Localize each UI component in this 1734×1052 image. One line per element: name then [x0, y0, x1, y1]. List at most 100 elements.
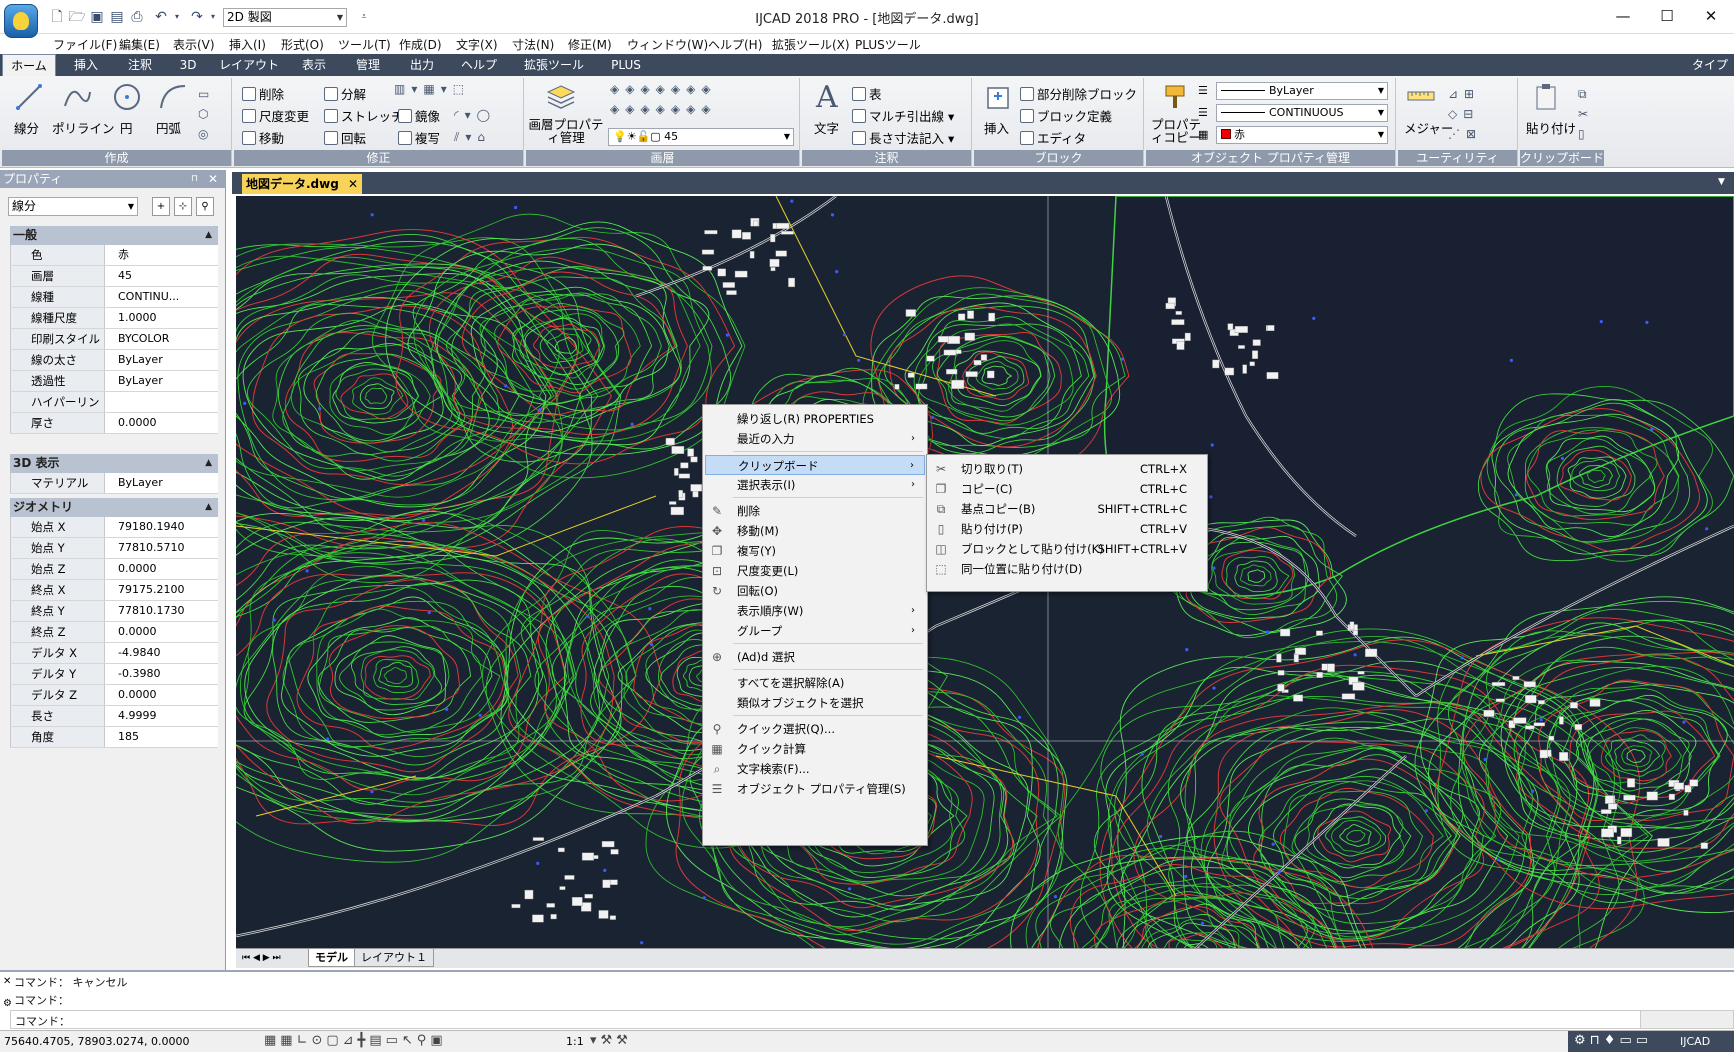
- tab-model[interactable]: モデル: [308, 949, 355, 967]
- property-row[interactable]: 線種尺度 1.0000: [10, 308, 218, 329]
- property-value[interactable]: 赤: [106, 245, 217, 265]
- context-menu-item[interactable]: すべてを選択解除(A): [705, 673, 925, 693]
- clipboard-tools[interactable]: ⧉ ✂ ▯: [1578, 84, 1594, 144]
- explode-button[interactable]: 分解: [324, 84, 366, 103]
- paste-button[interactable]: 貼り付け: [1526, 118, 1576, 137]
- menu-text[interactable]: 文字(X): [456, 36, 498, 53]
- context-menu-item[interactable]: クリップボード ›: [705, 455, 925, 475]
- modify-fillet-tools[interactable]: ◜▾◯ ⫽▾⌂: [454, 104, 496, 148]
- context-menu-item[interactable]: ❐ 複写(Y): [705, 541, 925, 561]
- property-row[interactable]: 印刷スタイル BYCOLOR: [10, 329, 218, 350]
- arc-button[interactable]: 円弧: [156, 118, 181, 137]
- circle-button[interactable]: 円: [120, 118, 133, 137]
- close-icon[interactable]: ✕: [208, 170, 218, 188]
- property-value[interactable]: 77810.1730: [106, 601, 217, 621]
- context-menu-item[interactable]: ⊕ (Ad)d 選択: [705, 647, 925, 667]
- section-3d-display[interactable]: 3D 表示 ▲: [10, 454, 218, 473]
- menu-dimension[interactable]: 寸法(N): [512, 36, 554, 53]
- status-toggles[interactable]: ▦▦∟⊙▢⊿╋▤▭↖⚲▣: [264, 1033, 447, 1048]
- context-menu-item[interactable]: 表示順序(W) ›: [705, 601, 925, 621]
- menu-plus-tools[interactable]: PLUSツール: [855, 36, 921, 53]
- measure-button[interactable]: メジャー: [1404, 118, 1453, 137]
- property-value[interactable]: [106, 392, 217, 412]
- first-tab-icon[interactable]: ⏮ ◀ ▶ ⏭: [242, 949, 281, 967]
- property-row[interactable]: 透過性 ByLayer: [10, 371, 218, 392]
- property-row[interactable]: 画層 45: [10, 266, 218, 287]
- menu-modify[interactable]: 修正(M): [568, 36, 612, 53]
- menu-tools[interactable]: ツール(T): [338, 36, 391, 53]
- section-geometry[interactable]: ジオメトリ ▲: [10, 498, 218, 517]
- clipboard-menu-item[interactable]: ❐ コピー(C) CTRL+C: [929, 479, 1205, 499]
- tab-layout1[interactable]: レイアウト１: [354, 949, 434, 967]
- property-value[interactable]: 0.0000: [106, 413, 217, 433]
- property-value[interactable]: 45: [106, 266, 217, 286]
- property-row[interactable]: 色赤: [10, 245, 218, 266]
- menu-extension-tools[interactable]: 拡張ツール(X): [772, 36, 850, 53]
- property-value[interactable]: -0.3980: [106, 664, 217, 684]
- close-icon[interactable]: ✕: [348, 174, 358, 194]
- property-row[interactable]: マテリアル ByLayer: [10, 473, 218, 494]
- polyline-button[interactable]: ポリライン: [52, 118, 115, 137]
- panel-properties-title[interactable]: オブジェクト プロパティ管理: [1146, 150, 1395, 166]
- properties-title[interactable]: プロパティ ⊓ ✕: [0, 170, 226, 188]
- layer-manager-button[interactable]: 画層プロパティ管理: [528, 118, 604, 144]
- insert-button[interactable]: 挿入: [984, 118, 1009, 137]
- section-general[interactable]: 一般 ▲: [10, 226, 218, 245]
- panel-clipboard-title[interactable]: クリップボード: [1520, 150, 1604, 166]
- menu-format[interactable]: 形式(O): [281, 36, 324, 53]
- maximize-button[interactable]: ☐: [1644, 4, 1690, 28]
- context-menu-item[interactable]: ✥ 移動(M): [705, 521, 925, 541]
- property-row[interactable]: デルタ Y -0.3980: [10, 664, 218, 685]
- clipboard-menu-item[interactable]: ▯ 貼り付け(P) CTRL+V: [929, 519, 1205, 539]
- property-row[interactable]: 終点 X 79175.2100: [10, 580, 218, 601]
- property-value[interactable]: 0.0000: [106, 559, 217, 579]
- tab-annotate[interactable]: 注釈: [116, 54, 164, 76]
- layer-tools-row1[interactable]: ◈◈◈◈◈◈◈: [610, 82, 717, 96]
- table-button[interactable]: 表: [852, 84, 882, 103]
- layer-tools-row2[interactable]: ◈◈◈◈◈◈◈: [610, 102, 717, 116]
- context-menu-item[interactable]: ⊡ 尺度変更(L): [705, 561, 925, 581]
- property-value[interactable]: BYCOLOR: [106, 329, 217, 349]
- context-menu-item[interactable]: 繰り返し(R) PROPERTIES: [705, 409, 925, 429]
- clipboard-menu-item[interactable]: ⧉ 基点コピー(B) SHIFT+CTRL+C: [929, 499, 1205, 519]
- block-editor-button[interactable]: エディタ: [1020, 128, 1086, 147]
- block-define-button[interactable]: ブロック定義: [1020, 106, 1112, 125]
- panel-layer-title[interactable]: 画層: [526, 150, 799, 166]
- partial-delete-block-button[interactable]: 部分削除ブロック: [1020, 84, 1137, 103]
- tab-insert[interactable]: 挿入: [62, 54, 110, 76]
- property-value[interactable]: 79175.2100: [106, 580, 217, 600]
- linetype-select[interactable]: CONTINUOUS ▼: [1216, 104, 1388, 122]
- context-menu-item[interactable]: ✎ 削除: [705, 501, 925, 521]
- menu-file[interactable]: ファイル(F): [53, 36, 117, 53]
- copy-button[interactable]: 複写: [398, 128, 440, 147]
- app-logo-icon[interactable]: [4, 4, 38, 38]
- coordinate-readout[interactable]: 75640.4705, 78903.0274, 0.0000: [4, 1035, 189, 1048]
- context-menu-item[interactable]: ↻ 回転(O): [705, 581, 925, 601]
- line-button[interactable]: 線分: [14, 118, 39, 137]
- ribbon-type-label[interactable]: タイプ: [1688, 54, 1732, 76]
- context-menu-item[interactable]: ⚲ クイック選択(Q)...: [705, 719, 925, 739]
- lineweight-select[interactable]: ByLayer ▼: [1216, 82, 1388, 100]
- clipboard-menu-item[interactable]: ✂ 切り取り(T) CTRL+X: [929, 459, 1205, 479]
- erase-button[interactable]: 削除: [242, 84, 284, 103]
- scale-button[interactable]: 尺度変更: [242, 106, 309, 125]
- tab-view[interactable]: 表示: [290, 54, 338, 76]
- context-menu-item[interactable]: 選択表示(I) ›: [705, 475, 925, 495]
- tab-list-icon[interactable]: ▼: [1718, 177, 1725, 187]
- tray-icons[interactable]: ⚙⊓♦▭▭: [1574, 1033, 1652, 1048]
- clipboard-menu-item[interactable]: ◫ ブロックとして貼り付け(K) SHIFT+CTRL+V: [929, 539, 1205, 559]
- close-icon[interactable]: ✕: [3, 976, 11, 987]
- move-button[interactable]: 移動: [242, 128, 284, 147]
- property-value[interactable]: ByLayer: [106, 350, 217, 370]
- property-row[interactable]: 角度 185: [10, 727, 218, 748]
- dimension-button[interactable]: 長さ寸法記入 ▾: [852, 128, 954, 147]
- property-row[interactable]: 線種 CONTINU...: [10, 287, 218, 308]
- property-row[interactable]: デルタ X -4.9840: [10, 643, 218, 664]
- utilities-tools[interactable]: ⊿⊞ ◇⊟ ⋰⊠: [1448, 84, 1482, 144]
- menu-view[interactable]: 表示(V): [173, 36, 215, 53]
- modify-extra-tools[interactable]: ▥▾▦▾⬚: [394, 82, 470, 96]
- property-row[interactable]: 始点 Y 77810.5710: [10, 538, 218, 559]
- tab-extension-tools[interactable]: 拡張ツール: [512, 54, 596, 76]
- context-menu-item[interactable]: ⌕ 文字検索(F)...: [705, 759, 925, 779]
- panel-block-title[interactable]: ブロック: [974, 150, 1143, 166]
